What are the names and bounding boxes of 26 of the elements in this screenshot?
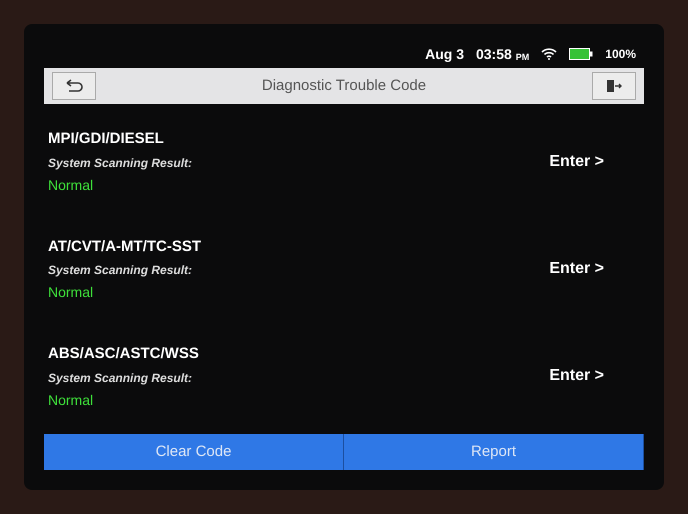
system-name: ABS/ASC/ASTC/WSS	[48, 344, 200, 364]
result-status: Normal	[48, 283, 94, 302]
status-time: 03:58	[476, 45, 512, 64]
result-status: Normal	[48, 176, 94, 195]
back-button[interactable]	[52, 72, 96, 100]
battery-icon	[569, 48, 594, 60]
enter-link[interactable]: Enter >	[549, 150, 604, 174]
wifi-icon	[541, 48, 558, 60]
system-row[interactable]: MPI/GDI/DIESEL System Scanning Result: Normal Enter >	[44, 128, 644, 195]
result-label: System Scanning Result:	[48, 262, 194, 278]
result-status: Normal	[48, 390, 94, 410]
exit-icon	[605, 79, 623, 93]
result-label: System Scanning Result:	[48, 370, 194, 386]
system-name: MPI/GDI/DIESEL	[48, 129, 165, 150]
exit-button[interactable]	[592, 72, 636, 100]
system-row[interactable]: ABS/ASC/ASTC/WSS System Scanning Result: Normal Enter >	[44, 343, 644, 410]
battery-percent: 100%	[605, 46, 636, 62]
enter-link[interactable]: Enter >	[549, 256, 604, 281]
enter-link[interactable]: Enter >	[549, 364, 604, 388]
system-name: AT/CVT/A-MT/TC-SST	[48, 236, 202, 257]
system-row[interactable]: AT/CVT/A-MT/TC-SST System Scanning Result: Normal Enter >	[44, 236, 644, 302]
status-ampm: PM	[516, 51, 530, 64]
result-label: System Scanning Result:	[48, 154, 194, 171]
back-icon	[64, 79, 84, 93]
window-title: Diagnostic Trouble Code	[260, 76, 428, 96]
status-date: Aug 3	[425, 45, 464, 64]
